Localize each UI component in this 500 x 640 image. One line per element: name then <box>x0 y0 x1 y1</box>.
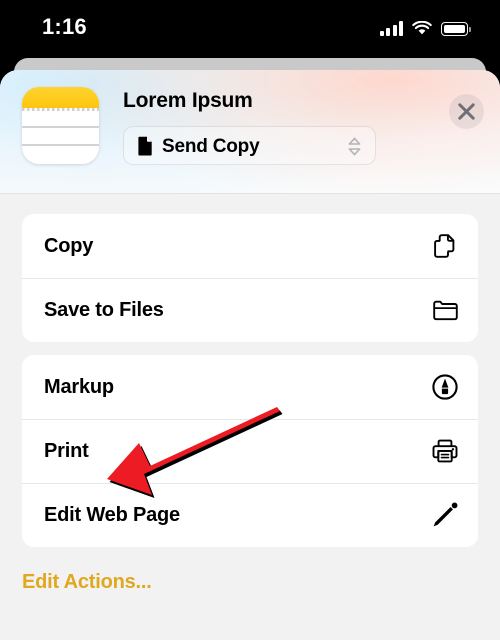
phone-screen: 1:16 Lorem Ipsum Send Copy Copy Save to … <box>0 0 500 640</box>
action-row-print[interactable]: Print <box>22 419 478 483</box>
signal-bars-icon <box>379 21 403 36</box>
action-row-markup[interactable]: Markup <box>22 355 478 419</box>
status-bar: 1:16 <box>0 0 500 58</box>
edit-actions-button[interactable]: Edit Actions... <box>22 571 500 594</box>
folder-icon <box>430 295 460 325</box>
action-row-save-to-files[interactable]: Save to Files <box>22 278 478 342</box>
share-sheet-header: Lorem Ipsum Send Copy <box>0 70 500 194</box>
action-row-edit-web-page[interactable]: Edit Web Page <box>22 483 478 547</box>
wifi-icon <box>412 21 432 35</box>
chevron-up-down-icon <box>348 137 361 156</box>
action-group-1: Copy Save to Files <box>22 214 478 342</box>
close-icon <box>458 103 475 120</box>
send-copy-label: Send Copy <box>162 136 260 157</box>
action-label: Save to Files <box>44 298 164 321</box>
close-button[interactable] <box>449 94 484 129</box>
notes-app-icon <box>22 87 99 164</box>
action-label: Edit Web Page <box>44 503 180 526</box>
action-label: Print <box>44 439 89 462</box>
status-bar-icons <box>379 18 471 36</box>
status-bar-time: 1:16 <box>42 14 87 39</box>
action-group-2: Markup Print Edit Web Page <box>22 355 478 547</box>
document-icon <box>138 136 152 156</box>
document-title: Lorem Ipsum <box>123 89 253 112</box>
action-label: Markup <box>44 375 114 398</box>
battery-full-icon <box>441 22 471 36</box>
action-label: Copy <box>44 234 94 257</box>
action-row-copy[interactable]: Copy <box>22 214 478 278</box>
share-sheet-body: Copy Save to Files Markup Print Edit Web… <box>0 214 500 640</box>
pencil-tip-icon <box>430 500 460 530</box>
markup-pen-circle-icon <box>430 372 460 402</box>
send-copy-dropdown[interactable]: Send Copy <box>123 126 376 165</box>
share-sheet: Lorem Ipsum Send Copy Copy Save to Files… <box>0 70 500 640</box>
copy-documents-icon <box>430 231 460 261</box>
printer-icon <box>430 436 460 466</box>
